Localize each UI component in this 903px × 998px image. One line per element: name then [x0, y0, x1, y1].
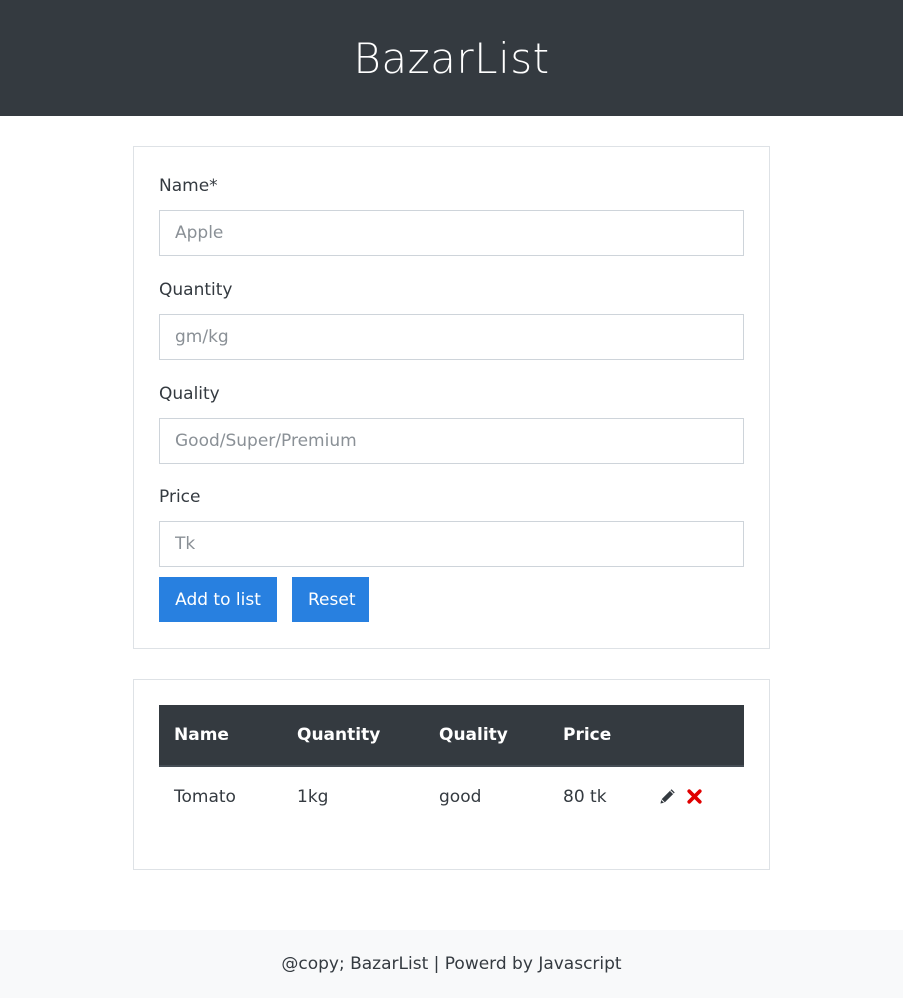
table-header-row: Name Quantity Quality Price — [159, 705, 744, 767]
app-header: BazarList — [0, 0, 903, 116]
footer-text: @copy; BazarList | Powerd by Javascript — [281, 954, 622, 974]
column-header-quantity: Quantity — [282, 705, 424, 767]
row-actions — [659, 788, 729, 805]
app-title: BazarList — [353, 33, 550, 83]
cell-name: Tomato — [174, 786, 236, 807]
quantity-label: Quantity — [159, 280, 233, 300]
name-input[interactable] — [159, 210, 744, 256]
close-icon[interactable] — [686, 788, 703, 805]
cell-actions — [644, 766, 744, 826]
quality-input[interactable] — [159, 418, 744, 464]
cell-price: 80 tk — [563, 786, 607, 807]
table-row: Tomato 1kg good 80 tk — [159, 766, 744, 826]
item-table: Name Quantity Quality Price Tomato 1kg g… — [159, 705, 744, 826]
column-header-quality: Quality — [424, 705, 548, 767]
cell-quality: good — [439, 786, 482, 807]
item-form-card: Name* Quantity Quality Price Add to list… — [133, 146, 770, 649]
quality-label: Quality — [159, 384, 220, 404]
column-header-price: Price — [548, 705, 644, 767]
reset-button[interactable]: Reset — [292, 577, 369, 622]
price-input[interactable] — [159, 521, 744, 567]
pencil-icon[interactable] — [659, 788, 676, 805]
name-label: Name* — [159, 176, 218, 196]
page-footer: @copy; BazarList | Powerd by Javascript — [0, 930, 903, 998]
add-to-list-button[interactable]: Add to list — [159, 577, 277, 622]
quantity-input[interactable] — [159, 314, 744, 360]
cell-quantity: 1kg — [297, 786, 329, 807]
column-header-actions — [644, 705, 744, 767]
column-header-name: Name — [159, 705, 282, 767]
price-label: Price — [159, 487, 201, 507]
item-list-card: Name Quantity Quality Price Tomato 1kg g… — [133, 679, 770, 870]
